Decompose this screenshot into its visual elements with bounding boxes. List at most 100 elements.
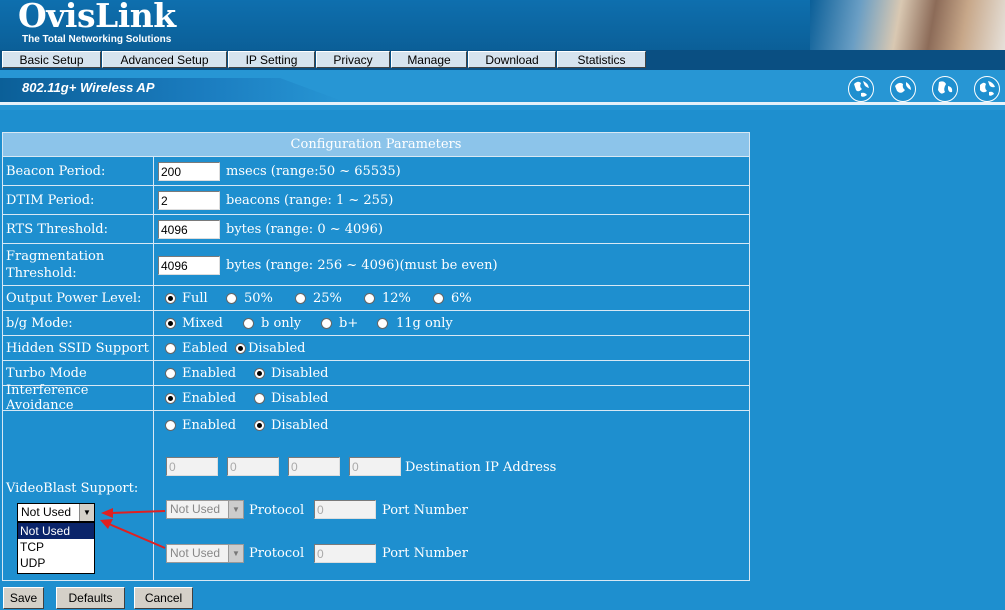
row-rts-threshold: RTS Threshold: bytes (range: 0 ~ 4096): [3, 215, 749, 244]
rts-threshold-hint: bytes (range: 0 ~ 4096): [226, 222, 383, 237]
dest-ip-octet-3[interactable]: [288, 457, 340, 476]
mode-11g-only-radio[interactable]: [377, 318, 388, 329]
save-button[interactable]: Save: [3, 587, 44, 609]
annotation-arrow: [110, 510, 166, 514]
videoblast-protocol-select[interactable]: Not Used ▼: [17, 503, 95, 522]
power-full-radio[interactable]: [165, 293, 176, 304]
rts-threshold-label: RTS Threshold:: [3, 215, 154, 243]
dest-ip-octet-2[interactable]: [227, 457, 279, 476]
chevron-down-icon: ▼: [228, 545, 243, 562]
dest-ip-octet-4[interactable]: [349, 457, 401, 476]
mode-b-plus-radio[interactable]: [321, 318, 332, 329]
chevron-down-icon: ▼: [228, 501, 243, 518]
row-bg-mode: b/g Mode: Mixed b only b+ 11g only: [3, 311, 749, 336]
mode-b-only-radio[interactable]: [243, 318, 254, 329]
globe-icon[interactable]: [848, 76, 874, 102]
ssid-disabled-radio[interactable]: [235, 343, 246, 354]
menu-ip-setting[interactable]: IP Setting: [228, 51, 315, 68]
dest-ip-octet-1[interactable]: [166, 457, 218, 476]
logo-tagline: The Total Networking Solutions: [22, 34, 172, 45]
dtim-period-input[interactable]: [158, 191, 220, 210]
ssid-disabled-label: Disabled: [248, 341, 306, 356]
cancel-button[interactable]: Cancel: [134, 587, 193, 609]
annotation-arrow: [108, 523, 166, 549]
interference-avoidance-label: Interference Avoidance: [3, 383, 154, 413]
videoblast-protocol-options: Not Used TCP UDP: [17, 522, 95, 574]
port-number-input-1[interactable]: [314, 500, 376, 519]
power-12-label: 12%: [382, 291, 411, 306]
protocol-select-2[interactable]: Not Used ▼: [166, 544, 244, 563]
menu-privacy[interactable]: Privacy: [316, 51, 390, 68]
dtim-period-label: DTIM Period:: [3, 186, 154, 214]
menu-manage[interactable]: Manage: [391, 51, 467, 68]
mode-b-only-label: b only: [261, 316, 302, 331]
menu-advanced-setup[interactable]: Advanced Setup: [102, 51, 227, 68]
output-power-label: Output Power Level:: [3, 286, 154, 310]
interference-enabled-radio[interactable]: [165, 393, 176, 404]
turbo-disabled-radio[interactable]: [254, 368, 265, 379]
turbo-enabled-radio[interactable]: [165, 368, 176, 379]
menu-basic-setup[interactable]: Basic Setup: [2, 51, 101, 68]
interference-disabled-radio[interactable]: [254, 393, 265, 404]
turbo-enabled-label: Enabled: [182, 366, 237, 381]
product-name: 802.11g+ Wireless AP: [22, 80, 155, 95]
power-50-radio[interactable]: [226, 293, 237, 304]
videoblast-disabled-radio[interactable]: [254, 420, 265, 431]
port-number-label-1: Port Number: [382, 503, 468, 518]
interference-enabled-label: Enabled: [182, 391, 237, 406]
banner-divider: [0, 102, 1005, 105]
mode-mixed-label: Mixed: [182, 316, 223, 331]
logo: OvisLink: [18, 0, 176, 35]
config-title: Configuration Parameters: [3, 133, 749, 157]
globe-icon[interactable]: [890, 76, 916, 102]
fragmentation-threshold-input[interactable]: [158, 256, 220, 275]
rts-threshold-input[interactable]: [158, 220, 220, 239]
videoblast-enabled-radio[interactable]: [165, 420, 176, 431]
power-25-radio[interactable]: [295, 293, 306, 304]
mode-b-plus-label: b+: [339, 316, 359, 331]
globe-icon[interactable]: [932, 76, 958, 102]
row-fragmentation-threshold: Fragmentation Threshold: bytes (range: 2…: [3, 244, 749, 286]
annotation-arrows: [100, 508, 166, 549]
row-dtim-period: DTIM Period: beacons (range: 1 ~ 255): [3, 186, 749, 215]
dest-ip-label: Destination IP Address: [405, 460, 557, 475]
ssid-enabled-label: Eabled: [182, 341, 228, 356]
row-output-power: Output Power Level: Full 50% 25% 12% 6%: [3, 286, 749, 311]
chevron-down-icon: ▼: [79, 504, 94, 521]
menu-download[interactable]: Download: [468, 51, 556, 68]
menu-statistics[interactable]: Statistics: [557, 51, 646, 68]
videoblast-disabled-label: Disabled: [271, 418, 329, 433]
power-12-radio[interactable]: [364, 293, 375, 304]
power-50-label: 50%: [244, 291, 273, 306]
header: OvisLink The Total Networking Solutions: [0, 0, 1005, 50]
fragmentation-threshold-label: Fragmentation Threshold:: [3, 244, 154, 285]
power-6-radio[interactable]: [433, 293, 444, 304]
mode-mixed-radio[interactable]: [165, 318, 176, 329]
fragmentation-threshold-hint: bytes (range: 256 ~ 4096)(must be even): [226, 258, 498, 273]
ssid-enabled-radio[interactable]: [165, 343, 176, 354]
port-number-input-2[interactable]: [314, 544, 376, 563]
option-tcp[interactable]: TCP: [18, 539, 94, 555]
option-udp[interactable]: UDP: [18, 555, 94, 571]
dtim-period-hint: beacons (range: 1 ~ 255): [226, 193, 394, 208]
beacon-period-label: Beacon Period:: [3, 157, 154, 185]
option-not-used[interactable]: Not Used: [18, 523, 94, 539]
hidden-ssid-label: Hidden SSID Support: [3, 336, 154, 360]
videoblast-enabled-label: Enabled: [182, 418, 237, 433]
globe-icon[interactable]: [974, 76, 1000, 102]
beacon-period-hint: msecs (range:50 ~ 65535): [226, 164, 401, 179]
protocol-select-1[interactable]: Not Used ▼: [166, 500, 244, 519]
protocol-label-2: Protocol: [249, 546, 305, 561]
turbo-mode-label: Turbo Mode: [3, 361, 154, 385]
header-photo: [810, 0, 1005, 50]
defaults-button[interactable]: Defaults: [56, 587, 125, 609]
power-25-label: 25%: [313, 291, 342, 306]
interference-disabled-label: Disabled: [271, 391, 329, 406]
main-menu: Basic Setup Advanced Setup IP Setting Pr…: [0, 50, 1005, 70]
protocol-label-1: Protocol: [249, 503, 305, 518]
beacon-period-input[interactable]: [158, 162, 220, 181]
arrow-head-icon: [101, 508, 113, 518]
turbo-disabled-label: Disabled: [271, 366, 329, 381]
row-beacon-period: Beacon Period: msecs (range:50 ~ 65535): [3, 157, 749, 186]
row-hidden-ssid: Hidden SSID Support Eabled Disabled: [3, 336, 749, 361]
